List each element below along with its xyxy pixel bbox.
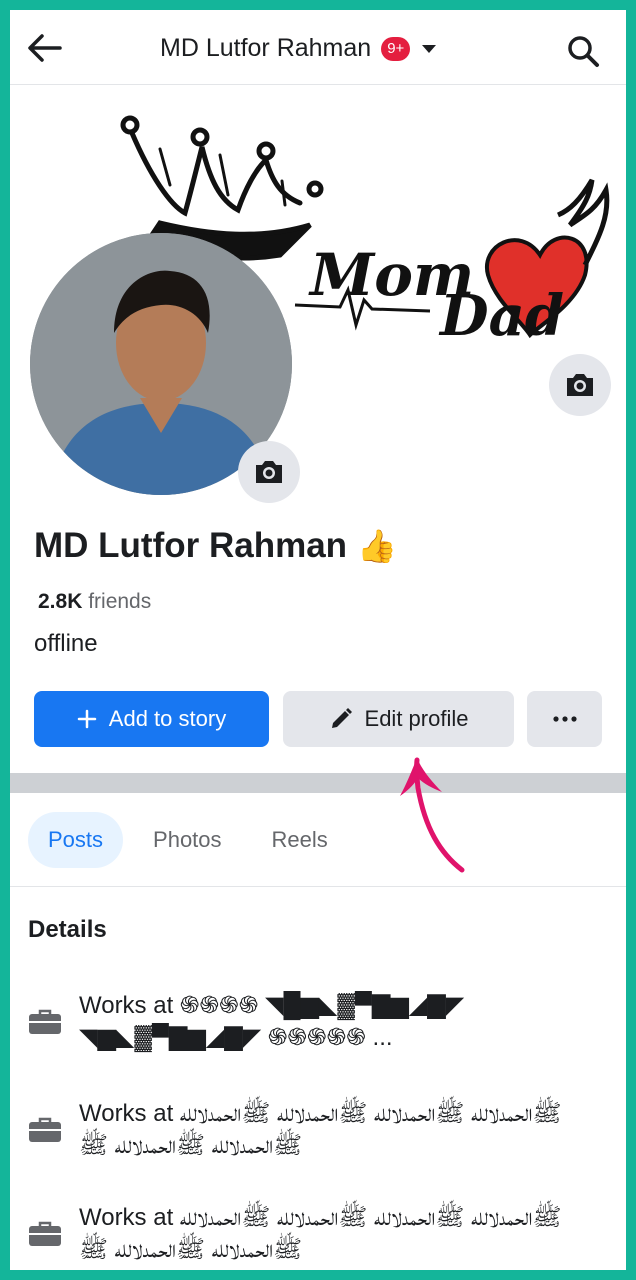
camera-icon — [256, 461, 282, 483]
briefcase-icon — [29, 1221, 61, 1246]
tab-photos[interactable]: Photos — [133, 812, 242, 868]
detail-text: Works at ﷺالحمدلالله ﷺالحمدلالله ﷺالحمدل… — [79, 1100, 562, 1159]
detail-text: Works at ﷺالحمدلالله ﷺالحمدلالله ﷺالحمدل… — [79, 1204, 562, 1263]
search-icon[interactable] — [566, 34, 600, 68]
edit-profile-label: Edit profile — [364, 706, 469, 731]
profile-name: MD Lutfor Rahman — [34, 526, 348, 565]
tab-posts[interactable]: Posts — [28, 812, 124, 868]
avatar-camera-button[interactable] — [238, 441, 300, 503]
profile-status: offline — [34, 630, 98, 657]
back-arrow-icon[interactable] — [26, 32, 62, 64]
cover-camera-button[interactable] — [549, 354, 611, 416]
add-to-story-label: Add to story — [108, 706, 227, 731]
briefcase-icon — [29, 1009, 61, 1034]
tab-reels[interactable]: Reels — [252, 812, 348, 868]
add-to-story-button[interactable]: Add to story — [34, 691, 269, 747]
pencil-icon — [331, 708, 352, 728]
camera-icon — [567, 374, 593, 396]
detail-item: Works at ﷺالحمدلالله ﷺالحمدلالله ﷺالحمدل… — [28, 1098, 608, 1162]
annotation-arrow-icon — [400, 757, 465, 873]
profile-tabs: Posts Photos Reels — [28, 812, 348, 868]
profile-switcher[interactable]: MD Lutfor Rahman 9+ — [160, 34, 437, 63]
detail-text: Works at ֍֍֍֍ ◥█▆◣▓▀▇▆◢▇◤ ◥▆◣▓▀▇▆◢▇◤ ֍֍֍… — [79, 992, 465, 1051]
page-title: MD Lutfor Rahman — [160, 34, 372, 62]
friends-label: friends — [88, 590, 152, 613]
details-heading: Details — [28, 916, 107, 943]
notification-badge: 9+ — [381, 36, 411, 61]
briefcase-icon — [29, 1117, 61, 1142]
more-dots-icon — [552, 716, 577, 722]
top-bar: MD Lutfor Rahman 9+ — [10, 10, 626, 85]
dad-artwork-text: Dad — [438, 283, 564, 349]
tabs-divider — [10, 886, 626, 887]
section-divider — [10, 773, 626, 793]
app-frame: MD Lutfor Rahman 9+ Mom Dad MD Lutfor Ra… — [10, 10, 626, 1270]
profile-name-row: MD Lutfor Rahman 👍 — [34, 526, 397, 566]
plus-icon — [77, 709, 97, 729]
friends-count[interactable]: 2.8K friends — [38, 590, 151, 614]
chevron-down-icon — [422, 44, 437, 53]
detail-item: Works at ֍֍֍֍ ◥█▆◣▓▀▇▆◢▇◤ ◥▆◣▓▀▇▆◢▇◤ ֍֍֍… — [28, 990, 608, 1054]
more-options-button[interactable] — [527, 691, 602, 747]
detail-item: Works at ﷺالحمدلالله ﷺالحمدلالله ﷺالحمدل… — [28, 1202, 608, 1266]
friends-number: 2.8K — [38, 590, 83, 613]
edit-profile-button[interactable]: Edit profile — [283, 691, 514, 747]
thumbs-up-emoji: 👍 — [357, 528, 397, 564]
